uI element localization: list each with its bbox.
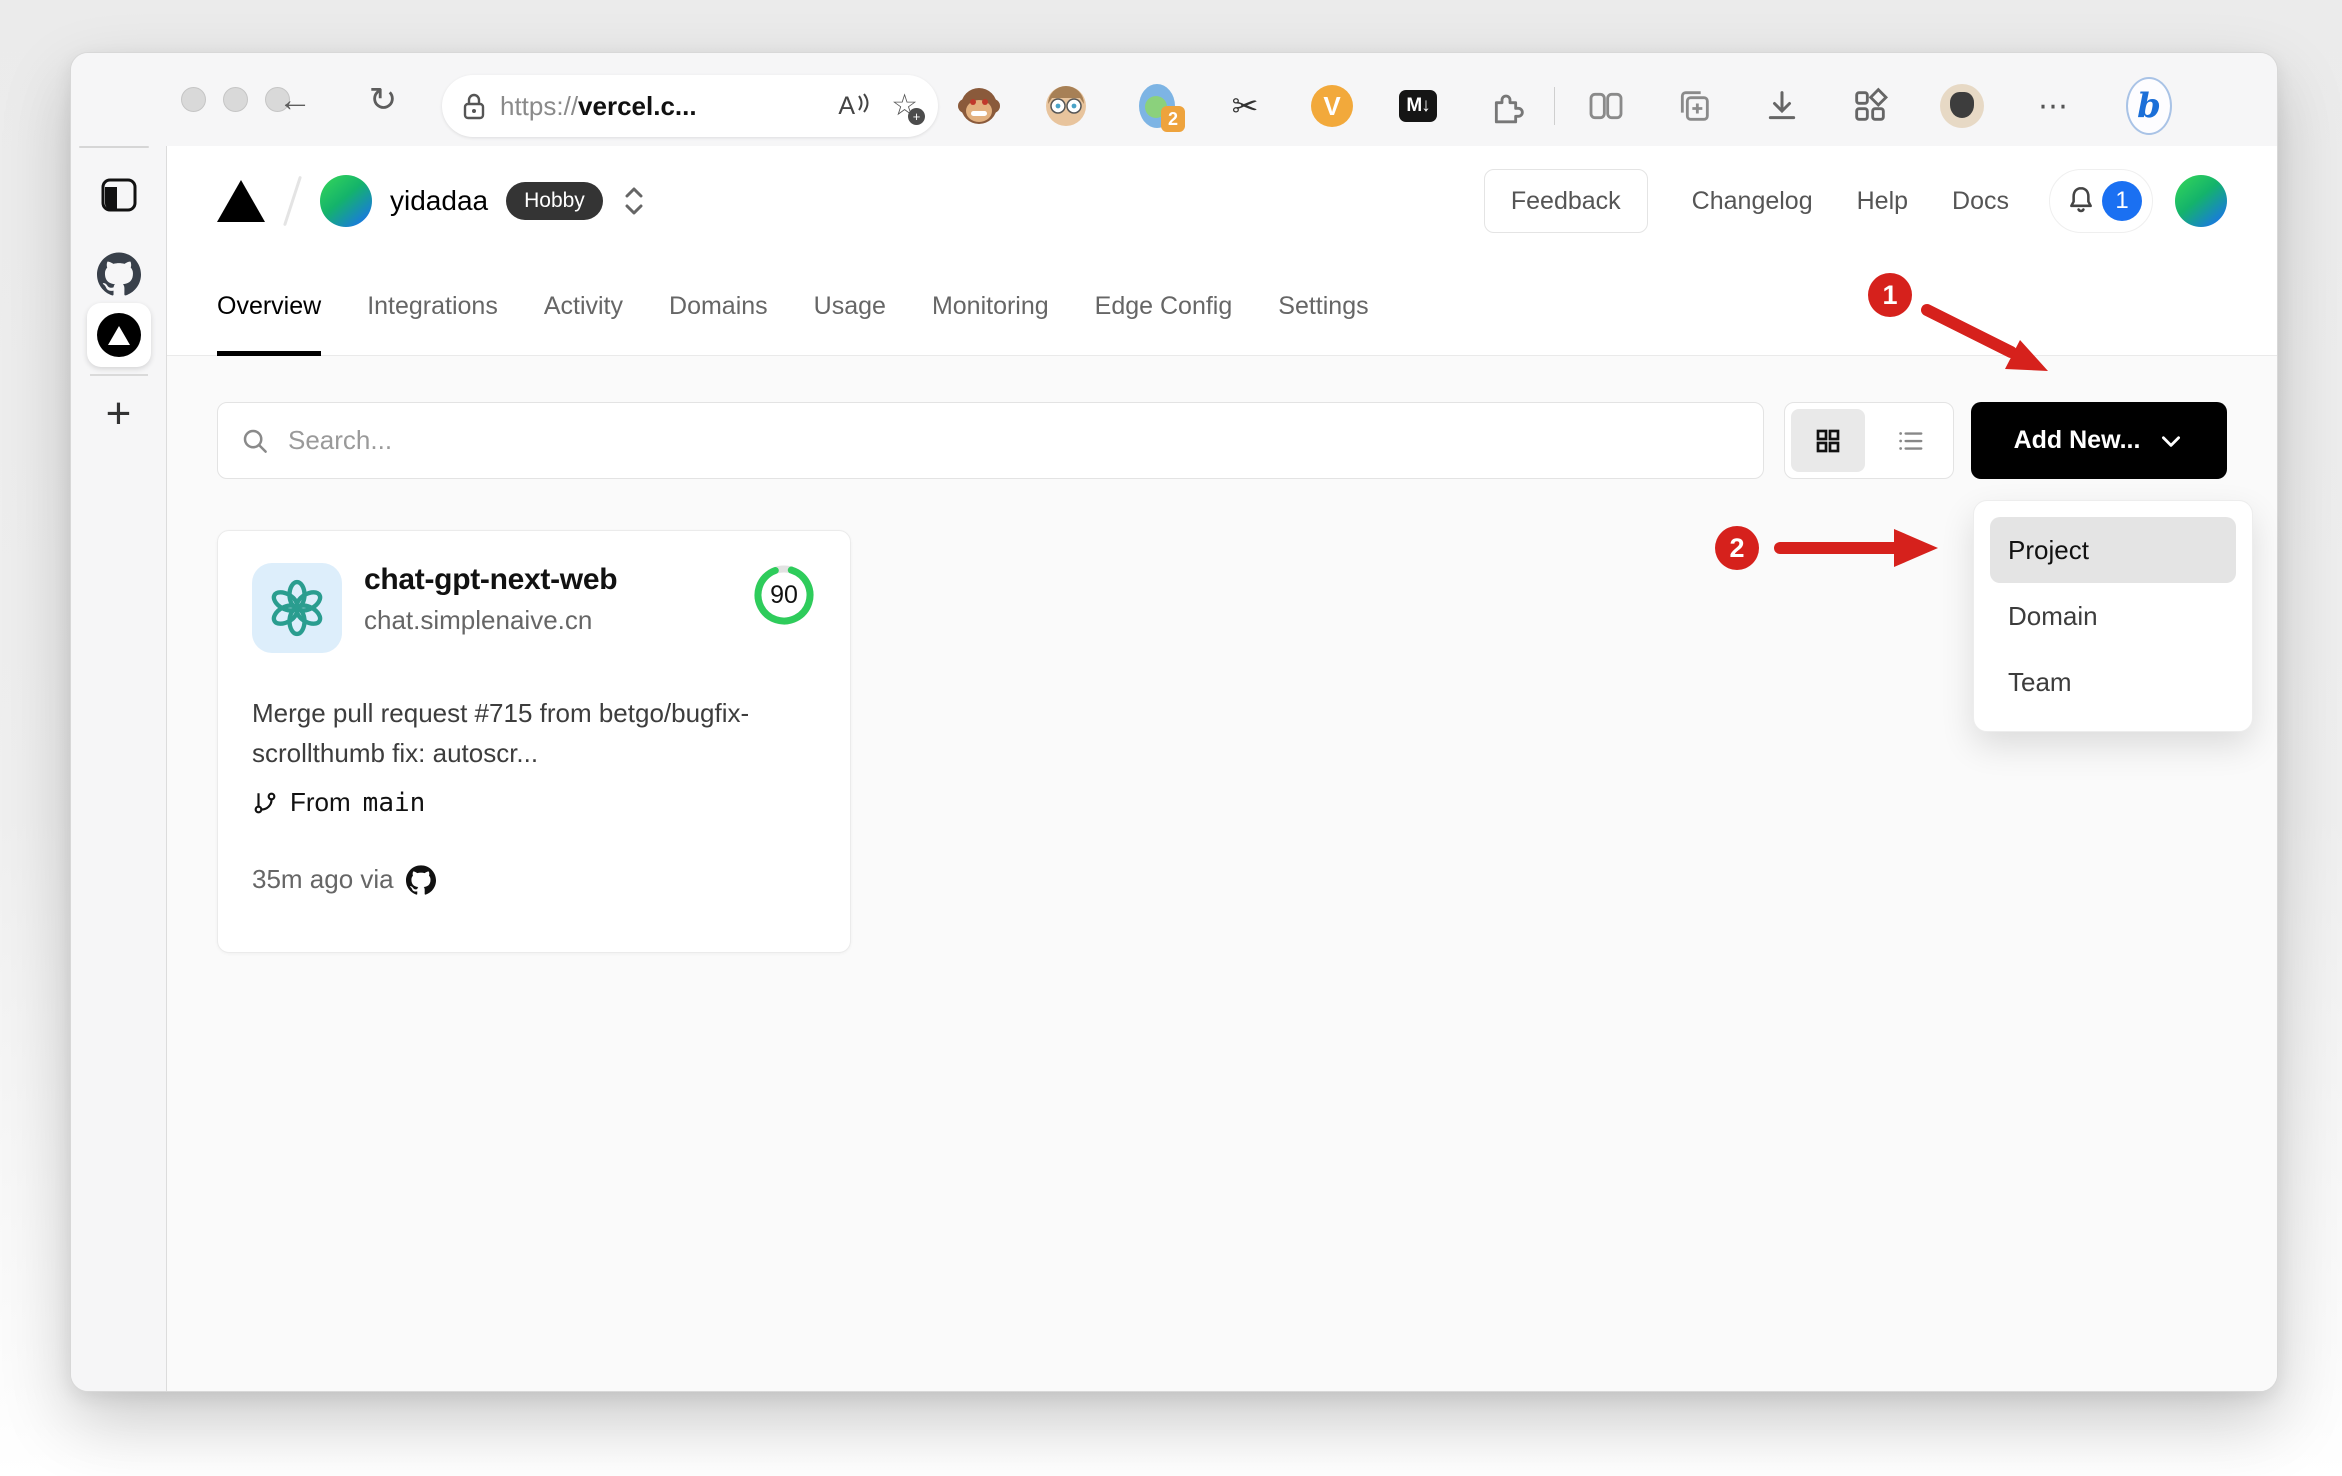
vercel-tab-icon <box>96 313 141 357</box>
extensions-puzzle-icon[interactable] <box>1485 83 1531 129</box>
dashboard-header: yidadaa Hobby Feedback Changelog Help Do… <box>167 146 2277 256</box>
browser-window: ← ↻ https://vercel.c... A ☆ + 2 ✂ V M↓ ⋯… <box>70 52 2278 1392</box>
project-name[interactable]: chat-gpt-next-web <box>364 563 618 597</box>
grid-view-icon <box>1816 429 1840 452</box>
view-toggle <box>1784 402 1954 479</box>
toolbar-divider <box>1554 87 1555 125</box>
edge-vertical-tabs-sidebar: + <box>71 146 167 1391</box>
v-extension-icon[interactable]: V <box>1309 83 1355 129</box>
downloads-icon[interactable] <box>1759 83 1805 129</box>
tab-settings[interactable]: Settings <box>1278 256 1368 355</box>
project-card[interactable]: chat-gpt-next-web chat.simplenaive.cn 90 <box>217 530 851 953</box>
breadcrumb-slash <box>283 175 302 227</box>
vercel-active-tab[interactable] <box>86 303 151 367</box>
tampermonkey-extension-icon[interactable] <box>956 83 1002 129</box>
tab-domains[interactable]: Domains <box>669 256 768 355</box>
grid-view-button[interactable] <box>1791 409 1865 472</box>
latest-commit-message[interactable]: Merge pull request #715 from betgo/bugfi… <box>252 693 822 773</box>
feedback-button[interactable]: Feedback <box>1483 169 1648 233</box>
browser-toolbar: ← ↻ https://vercel.c... A ☆ + 2 ✂ V M↓ ⋯… <box>71 53 2277 146</box>
annotation-arrow-2 <box>1774 529 1938 567</box>
add-new-button[interactable]: Add New... <box>1971 402 2227 479</box>
deployment-meta: 35m ago via <box>252 864 816 895</box>
annotation-arrow-1 <box>1921 304 2048 371</box>
read-aloud-icon[interactable]: A <box>838 92 869 121</box>
branch-row: From main <box>252 787 816 818</box>
github-icon <box>406 865 436 895</box>
tab-usage[interactable]: Usage <box>814 256 886 355</box>
more-menu-icon[interactable]: ⋯ <box>2031 83 2077 129</box>
chevron-down-icon <box>2162 435 2181 447</box>
branch-name[interactable]: main <box>363 788 426 818</box>
speed-insights-score[interactable]: 90 <box>752 563 816 627</box>
tab-integrations[interactable]: Integrations <box>367 256 498 355</box>
dropdown-item-team[interactable]: Team <box>1990 649 2236 715</box>
search-icon <box>243 429 267 453</box>
changelog-link[interactable]: Changelog <box>1692 187 1813 216</box>
plan-badge: Hobby <box>506 182 603 220</box>
docs-link[interactable]: Docs <box>1952 187 2009 216</box>
list-view-button[interactable] <box>1873 409 1947 472</box>
add-new-dropdown: Project Domain Team <box>1973 500 2253 732</box>
apps-launcher-icon[interactable] <box>1847 83 1893 129</box>
refresh-icon[interactable]: ↻ <box>369 83 398 117</box>
score-value: 90 <box>770 580 798 609</box>
tab-overview[interactable]: Overview <box>217 256 322 356</box>
split-screen-icon[interactable] <box>1583 83 1629 129</box>
deployed-time: 35m ago via <box>252 864 394 894</box>
tab-edge-config[interactable]: Edge Config <box>1095 256 1233 355</box>
bing-chat-icon[interactable]: b <box>2126 77 2172 135</box>
branch-prefix: From <box>290 787 351 817</box>
user-avatar[interactable] <box>2175 175 2227 227</box>
scissors-extension-icon[interactable]: ✂ <box>1222 83 1268 129</box>
favorite-star-icon[interactable]: ☆ + <box>891 91 925 125</box>
sidebar-toggle-icon[interactable] <box>101 178 137 212</box>
scope-switcher-icon[interactable] <box>623 185 645 217</box>
tab-monitoring[interactable]: Monitoring <box>932 256 1049 355</box>
close-window-button[interactable] <box>181 87 206 112</box>
bell-icon <box>2070 186 2092 213</box>
annotation-step-1: 1 <box>1868 273 1912 317</box>
browser-profile-avatar[interactable] <box>1939 83 1985 129</box>
project-favicon <box>252 563 342 653</box>
list-view-icon <box>1899 431 1923 450</box>
tab-activity[interactable]: Activity <box>544 256 623 355</box>
new-tab-button[interactable]: + <box>106 392 132 436</box>
sidebar-divider <box>89 374 148 376</box>
git-branch-icon <box>254 792 276 813</box>
project-domain[interactable]: chat.simplenaive.cn <box>364 605 617 636</box>
address-bar[interactable]: https://vercel.c... A ☆ + <box>442 75 938 137</box>
annotation-step-2: 2 <box>1715 526 1759 570</box>
dropdown-item-project[interactable]: Project <box>1990 517 2236 583</box>
desktop-background: ← ↻ https://vercel.c... A ☆ + 2 ✂ V M↓ ⋯… <box>0 0 2342 1476</box>
notifications-button[interactable]: 1 <box>2049 169 2153 233</box>
search-input[interactable] <box>286 424 1741 457</box>
openai-logo-icon <box>271 579 323 637</box>
vercel-logo[interactable] <box>217 180 265 222</box>
projects-content: Add New... <box>167 356 2277 1391</box>
help-link[interactable]: Help <box>1857 187 1908 216</box>
team-avatar[interactable] <box>320 175 372 227</box>
dropdown-item-domain[interactable]: Domain <box>1990 583 2236 649</box>
back-icon[interactable]: ← <box>278 83 312 117</box>
minimize-window-button[interactable] <box>223 87 248 112</box>
sync-extension-icon[interactable]: 2 <box>1136 83 1185 132</box>
avatar-extension-icon[interactable] <box>1043 83 1089 129</box>
markdown-extension-icon[interactable]: M↓ <box>1395 83 1441 129</box>
url-text: https://vercel.c... <box>500 90 697 121</box>
notification-count-badge: 1 <box>2102 181 2142 221</box>
lock-icon <box>463 93 485 120</box>
team-name[interactable]: yidadaa <box>390 185 488 217</box>
github-tab-icon[interactable] <box>97 252 141 296</box>
project-search[interactable] <box>217 402 1764 479</box>
collections-icon[interactable] <box>1671 83 1717 129</box>
